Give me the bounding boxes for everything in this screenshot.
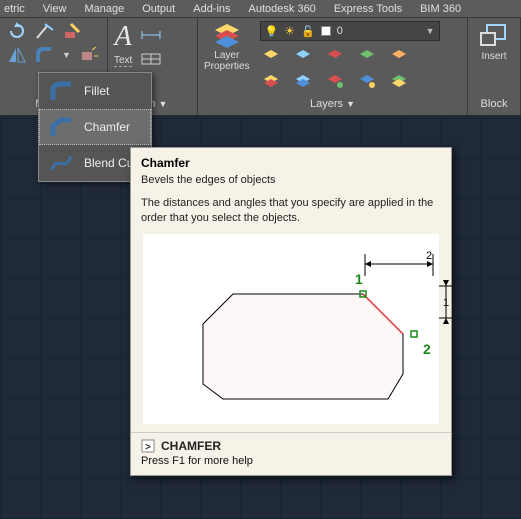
menu-item[interactable]: BIM 360: [420, 3, 461, 15]
blend-icon: [48, 152, 74, 174]
layer-match-icon[interactable]: [356, 46, 378, 66]
lock-icon: 🔓: [301, 25, 315, 38]
chevron-down-icon[interactable]: ▼: [158, 99, 167, 109]
layer-off-icon[interactable]: [260, 46, 282, 66]
svg-text:2: 2: [423, 341, 431, 357]
menu-item[interactable]: Autodesk 360: [249, 3, 316, 15]
layer-properties-button[interactable]: Layer Properties: [204, 21, 250, 72]
command-icon: >: [141, 439, 155, 453]
chamfer-icon: [48, 116, 74, 138]
menu-item[interactable]: Express Tools: [334, 3, 402, 15]
panel-block: Insert Block: [468, 18, 521, 115]
table-icon[interactable]: [140, 49, 162, 69]
text-label: Text: [114, 55, 132, 67]
chevron-down-icon[interactable]: ▼: [346, 99, 355, 109]
flyout-label: Fillet: [84, 84, 109, 98]
lightbulb-icon: 💡: [265, 25, 279, 38]
layer-lock-icon[interactable]: [324, 46, 346, 66]
tooltip-command: CHAMFER: [161, 439, 221, 453]
layer-name: 0: [337, 25, 343, 37]
menu-item[interactable]: Add-ins: [193, 3, 230, 15]
chevron-down-icon[interactable]: ▼: [62, 50, 71, 60]
svg-text:1: 1: [355, 271, 363, 287]
panel-title: Block: [481, 98, 508, 110]
tooltip-desc: Bevels the edges of objects: [141, 174, 441, 186]
layer-change-icon[interactable]: [388, 71, 410, 91]
svg-text:1: 1: [443, 297, 449, 309]
layer-iso-icon[interactable]: [260, 71, 282, 91]
flyout-label: Chamfer: [84, 120, 130, 134]
layer-properties-label: Layer Properties: [204, 51, 250, 72]
edit-icon[interactable]: [62, 21, 84, 41]
menu-bar: etric View Manage Output Add-ins Autodes…: [0, 0, 521, 18]
chevron-down-icon: ▼: [426, 26, 435, 36]
tooltip-chamfer: Chamfer Bevels the edges of objects The …: [130, 147, 452, 476]
layer-prev-icon[interactable]: [388, 46, 410, 66]
insert-icon: [479, 21, 509, 49]
layer-stack-icon: [213, 21, 241, 49]
svg-text:2: 2: [426, 250, 432, 262]
tooltip-help: Press F1 for more help: [141, 455, 441, 467]
menu-item[interactable]: etric: [4, 3, 25, 15]
menu-item[interactable]: View: [43, 3, 67, 15]
layer-dropdown[interactable]: 💡 ☀ 🔓 0 ▼: [260, 21, 440, 41]
fillet-icon: [48, 80, 74, 102]
menu-item[interactable]: Output: [142, 3, 175, 15]
explode-icon[interactable]: [77, 45, 99, 65]
insert-button[interactable]: Insert: [479, 21, 509, 62]
mirror-icon[interactable]: [6, 45, 28, 65]
tooltip-diagram: 1 2 2 1: [143, 234, 439, 424]
trim-icon[interactable]: [34, 21, 56, 41]
layer-walk-icon[interactable]: [324, 71, 346, 91]
flyout-item-fillet[interactable]: Fillet: [39, 73, 151, 109]
tooltip-body: The distances and angles that you specif…: [141, 196, 441, 226]
fillet-split[interactable]: [34, 45, 56, 65]
tooltip-title: Chamfer: [141, 156, 441, 170]
panel-layers: Layer Properties 💡 ☀ 🔓 0 ▼: [198, 18, 468, 115]
panel-title: Layers: [310, 98, 343, 110]
layer-state-icon[interactable]: [356, 71, 378, 91]
sun-icon: ☀: [284, 24, 295, 38]
flyout-item-chamfer[interactable]: Chamfer: [39, 109, 151, 145]
layer-swatch: [321, 26, 331, 36]
text-icon: A: [115, 21, 132, 53]
dimension-icon[interactable]: [140, 25, 162, 45]
layer-freeze-icon[interactable]: [292, 46, 314, 66]
rotate-icon[interactable]: [6, 21, 28, 41]
insert-label: Insert: [481, 51, 506, 62]
svg-text:>: >: [145, 442, 151, 453]
menu-item[interactable]: Manage: [84, 3, 124, 15]
layer-uniso-icon[interactable]: [292, 71, 314, 91]
